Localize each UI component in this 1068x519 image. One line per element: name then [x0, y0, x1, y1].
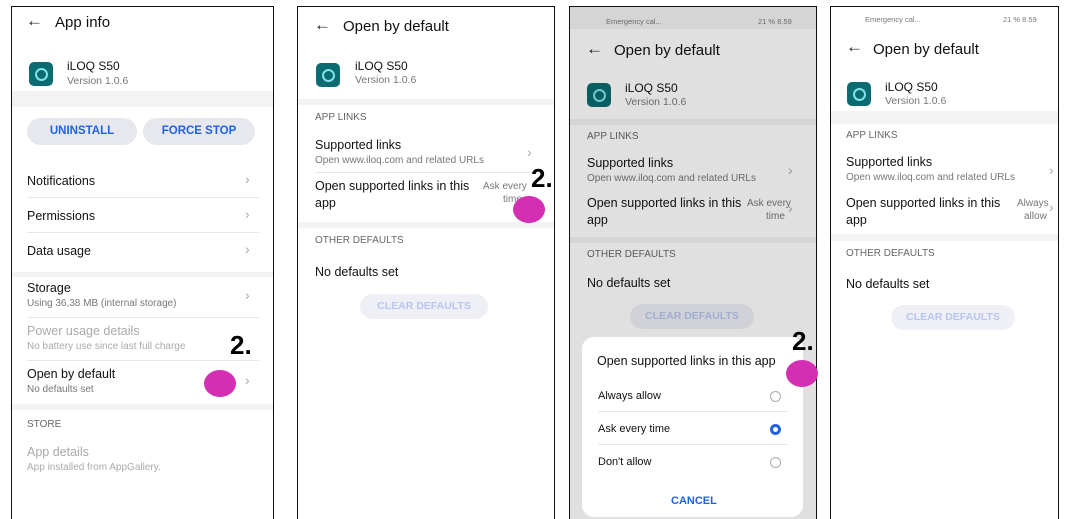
- back-arrow-icon[interactable]: ←: [26, 11, 43, 31]
- page-title: Open by default: [343, 18, 449, 35]
- option-dont-allow[interactable]: Don't allow: [598, 456, 651, 468]
- open-supported-links-item[interactable]: Open supported links in this: [846, 196, 1000, 210]
- cancel-button[interactable]: CANCEL: [671, 495, 717, 507]
- app-name: iLOQ S50: [355, 59, 408, 73]
- divider: [598, 411, 788, 412]
- open-by-default-summary: No defaults set: [27, 384, 94, 395]
- tap-marker: [786, 360, 818, 387]
- other-defaults-header: OTHER DEFAULTS: [315, 235, 404, 246]
- option-always-allow[interactable]: Always allow: [598, 390, 661, 402]
- data-usage-item[interactable]: Data usage: [27, 244, 91, 258]
- app-details-summary: App installed from AppGallery.: [27, 462, 161, 473]
- open-supported-links-item[interactable]: Open supported links in this: [315, 179, 469, 193]
- app-version: Version 1.0.6: [885, 95, 947, 107]
- chevron-right-icon: ›: [245, 171, 250, 187]
- link-handling-dialog: Open supported links in this app Always …: [582, 337, 803, 517]
- supported-links-summary: Open www.iloq.com and related URLs: [315, 155, 484, 166]
- clear-defaults-button[interactable]: CLEAR DEFAULTS: [360, 294, 488, 319]
- option-ask-every-time[interactable]: Ask every time: [598, 423, 670, 435]
- chevron-right-icon: ›: [1049, 162, 1054, 178]
- notifications-item[interactable]: Notifications: [27, 174, 95, 188]
- supported-links-summary: Open www.iloq.com and related URLs: [846, 172, 1015, 183]
- divider: [27, 360, 259, 361]
- chevron-right-icon: ›: [245, 241, 250, 257]
- chevron-right-icon: ›: [245, 206, 250, 222]
- store-section-header: STORE: [27, 419, 62, 430]
- divider: [315, 172, 537, 173]
- divider: [27, 317, 259, 318]
- chevron-right-icon: ›: [245, 287, 250, 303]
- step-number-label: 2.: [230, 330, 252, 360]
- no-defaults-text: No defaults set: [846, 277, 930, 291]
- app-links-header: APP LINKS: [846, 130, 898, 141]
- tap-marker: [513, 196, 545, 223]
- storage-item[interactable]: Storage: [27, 281, 71, 295]
- radio-always-allow[interactable]: [770, 391, 781, 402]
- app-name: iLOQ S50: [885, 80, 938, 94]
- open-supported-links-item-line2: app: [846, 213, 867, 227]
- supported-links-item[interactable]: Supported links: [315, 138, 401, 152]
- page-title: Open by default: [873, 41, 979, 58]
- status-bar-right: 21 % 8.59: [1003, 15, 1037, 24]
- radio-dont-allow[interactable]: [770, 457, 781, 468]
- uninstall-button[interactable]: UNINSTALL: [27, 118, 137, 145]
- power-usage-item: Power usage details: [27, 324, 140, 338]
- status-bar-left: Emergency cal...: [865, 15, 921, 24]
- permissions-item[interactable]: Permissions: [27, 209, 95, 223]
- open-supported-links-item-line2: app: [315, 196, 336, 210]
- back-arrow-icon[interactable]: ←: [314, 15, 331, 35]
- screen-open-by-default-updated: Emergency cal... 21 % 8.59 ← Open by def…: [830, 6, 1059, 519]
- chevron-right-icon: ›: [1049, 199, 1054, 215]
- tap-marker: [204, 370, 236, 397]
- chevron-right-icon: ›: [527, 144, 532, 160]
- supported-links-item[interactable]: Supported links: [846, 155, 932, 169]
- app-version: Version 1.0.6: [67, 75, 129, 87]
- app-icon: [847, 82, 871, 106]
- open-by-default-item[interactable]: Open by default: [27, 367, 115, 381]
- chevron-right-icon: ›: [245, 372, 250, 388]
- other-defaults-header: OTHER DEFAULTS: [846, 248, 935, 259]
- link-setting-value-line2: allow: [1024, 211, 1047, 222]
- app-details-item: App details: [27, 445, 89, 459]
- screen-app-info: ← App info iLOQ S50 Version 1.0.6 UNINST…: [11, 6, 274, 519]
- step-number-label: 2.: [531, 163, 553, 193]
- divider: [27, 232, 259, 233]
- screen-link-dialog: Emergency cal... 21 % 8.59 ← Open by def…: [569, 6, 817, 519]
- page-title: App info: [55, 14, 111, 31]
- app-version: Version 1.0.6: [355, 74, 417, 86]
- power-usage-summary: No battery use since last full charge: [27, 341, 186, 352]
- no-defaults-text: No defaults set: [315, 265, 399, 279]
- radio-ask-every-time-selected[interactable]: [770, 424, 781, 435]
- step-number-label: 2.: [792, 326, 814, 356]
- divider: [27, 197, 259, 198]
- link-setting-value: Ask every: [483, 181, 527, 192]
- dialog-title: Open supported links in this app: [597, 354, 776, 368]
- force-stop-button[interactable]: FORCE STOP: [143, 118, 255, 145]
- link-setting-value: Always: [1017, 198, 1049, 209]
- clear-defaults-button[interactable]: CLEAR DEFAULTS: [891, 305, 1015, 330]
- back-arrow-icon[interactable]: ←: [846, 37, 863, 57]
- app-icon: [316, 63, 340, 87]
- storage-summary: Using 36,38 MB (internal storage): [27, 298, 177, 309]
- app-icon: [29, 62, 53, 86]
- app-links-header: APP LINKS: [315, 112, 367, 123]
- divider: [598, 444, 788, 445]
- screen-open-by-default: ← Open by default iLOQ S50 Version 1.0.6…: [297, 6, 555, 519]
- app-name: iLOQ S50: [67, 59, 120, 73]
